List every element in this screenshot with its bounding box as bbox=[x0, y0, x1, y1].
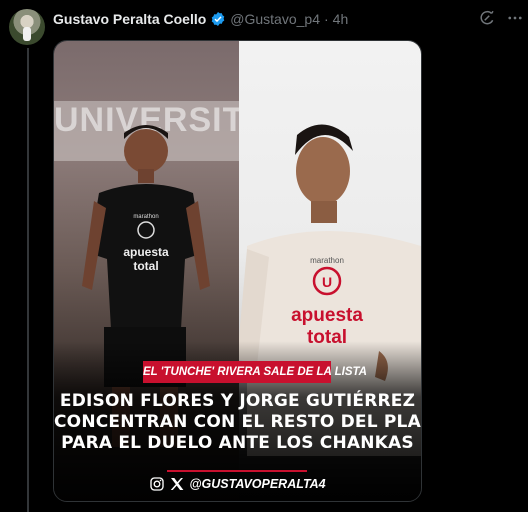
left-shirt-brand: marathon bbox=[133, 214, 158, 220]
social-signature: @GUSTAVOPERALTA4 bbox=[54, 476, 421, 492]
timestamp[interactable]: 4h bbox=[333, 11, 349, 27]
red-divider bbox=[167, 470, 307, 472]
verified-badge-icon bbox=[210, 11, 226, 27]
news-tag: EL 'TUNCHE' RIVERA SALE DE LA LISTA bbox=[143, 361, 367, 383]
avatar[interactable] bbox=[9, 9, 45, 45]
headline: EDISON FLORES Y JORGE GUTIÉRREZ CONCENTR… bbox=[54, 391, 421, 454]
x-logo-icon bbox=[169, 476, 185, 492]
right-shirt-brand: marathon bbox=[310, 256, 344, 265]
headline-line: EDISON FLORES Y JORGE GUTIÉRREZ bbox=[59, 391, 416, 411]
author-name[interactable]: Gustavo Peralta Coello bbox=[53, 11, 206, 27]
tweet-media-image[interactable]: UNIVERSITA marathon apuesta total marath… bbox=[53, 40, 422, 502]
headline-line: CONCENTRAN CON EL RESTO DEL PLANTEL bbox=[54, 412, 421, 432]
headline-line: PARA EL DUELO ANTE LOS CHANKAS bbox=[61, 433, 414, 453]
separator-dot: · bbox=[324, 11, 329, 27]
tweet-header: Gustavo Peralta Coello @Gustavo_p4 · 4h bbox=[53, 9, 348, 29]
author-handle[interactable]: @Gustavo_p4 bbox=[230, 11, 320, 27]
svg-text:U: U bbox=[322, 274, 332, 290]
thread-line bbox=[27, 48, 29, 512]
right-shirt-sponsor-1: apuesta bbox=[291, 305, 363, 326]
instagram-icon bbox=[149, 476, 165, 492]
left-shirt-sponsor-1: apuesta bbox=[123, 245, 169, 259]
more-icon[interactable] bbox=[506, 9, 524, 27]
social-handle: @GUSTAVOPERALTA4 bbox=[189, 477, 326, 491]
left-shirt-sponsor-2: total bbox=[133, 259, 158, 273]
grok-icon[interactable] bbox=[478, 9, 496, 27]
